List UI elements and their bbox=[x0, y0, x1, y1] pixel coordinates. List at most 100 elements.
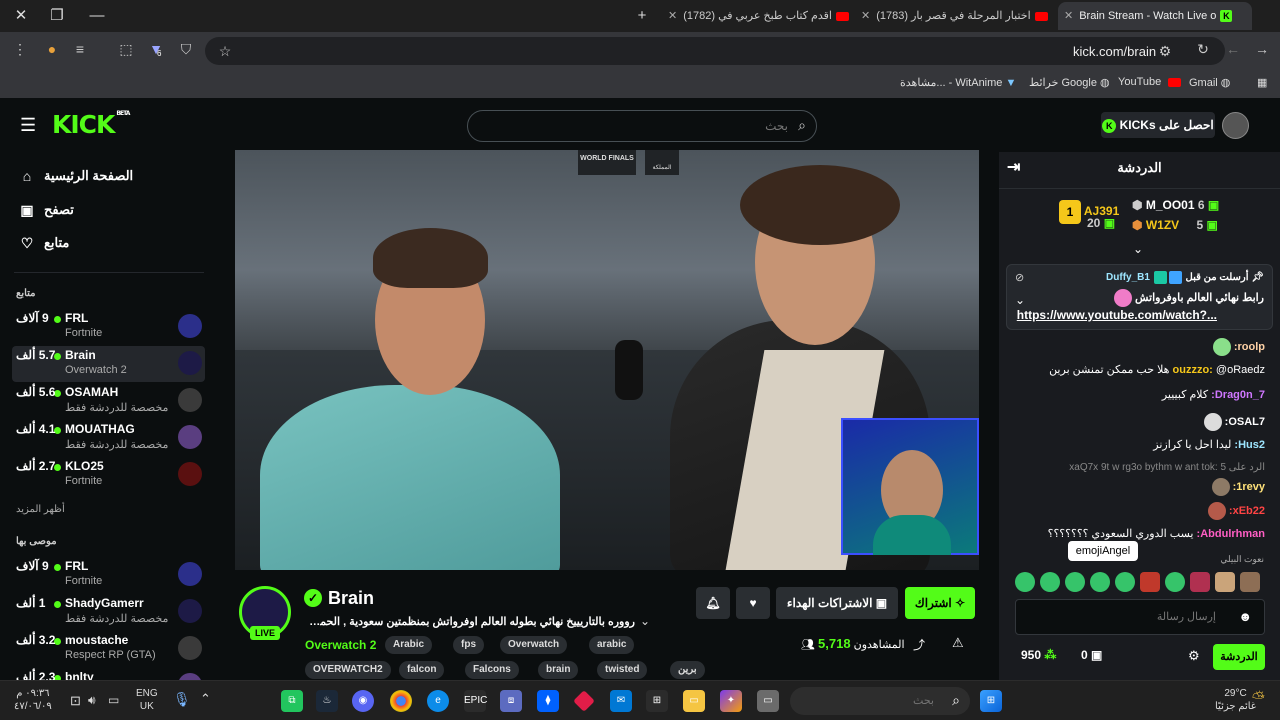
search-input[interactable] bbox=[488, 111, 788, 141]
network-icon[interactable]: ▭ bbox=[108, 693, 119, 707]
chat-username[interactable]: Abdulrhman: bbox=[1197, 528, 1265, 540]
chat-input[interactable] bbox=[1016, 600, 1216, 634]
emote-frog-icon[interactable] bbox=[1115, 572, 1135, 592]
emote-frog-icon[interactable] bbox=[1090, 572, 1110, 592]
vpn-icon[interactable]: ▼ 6 bbox=[146, 41, 166, 58]
weather-widget[interactable]: 29°C غائم جزئيًا bbox=[1215, 687, 1256, 713]
epic-games-icon[interactable]: EPIC bbox=[464, 690, 487, 712]
user-avatar[interactable] bbox=[1222, 112, 1249, 139]
stream-tag[interactable]: fps bbox=[453, 636, 484, 654]
stream-tag[interactable]: arabic bbox=[589, 636, 635, 654]
stream-tag[interactable]: OVERWATCH2 bbox=[305, 661, 391, 679]
menu-dots-icon[interactable]: ⋮ bbox=[10, 41, 30, 58]
notifications-icon[interactable]: ⊡ bbox=[70, 693, 81, 709]
hide-pinned-icon[interactable]: ⊘ bbox=[1015, 271, 1024, 284]
notification-bell-button[interactable]: 🔔︎ bbox=[696, 587, 730, 619]
bookmark-maps[interactable]: خرائط Google ◍ bbox=[1029, 76, 1110, 89]
streamer-name[interactable]: Brain bbox=[328, 588, 374, 609]
emote-face2-icon[interactable] bbox=[1215, 572, 1235, 592]
volume-icon[interactable]: 🔊︎ bbox=[88, 693, 96, 708]
emoji-picker-icon[interactable]: ☻ bbox=[1238, 609, 1252, 624]
chat-username[interactable]: 7_Drag0n: bbox=[1211, 389, 1265, 401]
hamburger-menu-icon[interactable]: ☰ bbox=[20, 115, 36, 136]
restore-window-icon[interactable]: ❐ bbox=[40, 4, 74, 28]
chrome-icon[interactable] bbox=[390, 690, 412, 712]
chat-message[interactable]: الرد على 5 :xaQ7x 9t w rg3o bythm w ant … bbox=[1015, 462, 1265, 473]
stream-tag[interactable]: brain bbox=[538, 661, 579, 679]
tab-3[interactable]: ✕ (1782) اقدم كتاب طبخ عربي في bbox=[662, 2, 852, 30]
video-player[interactable]: WORLD FINALS المملكة bbox=[235, 150, 979, 570]
forward-icon[interactable]: ← bbox=[1223, 41, 1243, 57]
report-warning-icon[interactable]: ⚠ bbox=[952, 635, 964, 651]
follow-heart-button[interactable]: ♥ bbox=[736, 587, 770, 619]
bookmark-star-icon[interactable]: ☆ bbox=[215, 43, 235, 60]
taskbar-search-input[interactable] bbox=[814, 687, 934, 715]
sidebar-channel-moustache[interactable]: moustache Respect RP (GTA) 3.2 ألف bbox=[12, 631, 205, 667]
discord-icon[interactable]: ◉ bbox=[352, 690, 374, 712]
app-icon-teams[interactable]: ⧈ bbox=[500, 690, 522, 712]
emote-frog-icon[interactable] bbox=[1040, 572, 1060, 592]
minimize-window-icon[interactable]: — bbox=[80, 4, 114, 28]
sidebar-channel-shadygamerr[interactable]: ShadyGamerr مخصصة للدردشة فقط 1 ألف bbox=[12, 594, 205, 630]
chevron-down-icon[interactable]: ⌄ bbox=[640, 614, 650, 628]
steam-icon[interactable]: ♨ bbox=[316, 690, 338, 712]
edge-icon[interactable]: e bbox=[427, 690, 449, 712]
nav-following[interactable]: ♡ متابع bbox=[14, 228, 204, 258]
tab-active[interactable]: ✕ Brain Stream - Watch Live oK bbox=[1058, 2, 1252, 30]
file-explorer-icon[interactable]: ▭ bbox=[683, 690, 705, 712]
dropbox-icon[interactable]: ⧫ bbox=[537, 690, 559, 712]
reload-icon[interactable]: ↻ bbox=[1193, 41, 1213, 58]
app-icon-gray[interactable]: ▭ bbox=[757, 690, 779, 712]
emote-angel-icon[interactable] bbox=[1165, 572, 1185, 592]
chat-username[interactable]: xEb22: bbox=[1229, 505, 1265, 517]
tray-expand-icon[interactable]: ⌃ bbox=[200, 691, 211, 707]
stream-category[interactable]: Overwatch 2 bbox=[305, 638, 376, 652]
share-icon[interactable]: ⤴ bbox=[913, 636, 925, 653]
microphone-icon[interactable]: 🎙︎ bbox=[173, 691, 191, 708]
chat-message[interactable]: Abdulrhman: يسب الدوري السعودي ؟؟؟؟؟؟؟ bbox=[1015, 527, 1265, 540]
stream-tag[interactable]: falcon bbox=[399, 661, 445, 679]
sidebar-channel-frl[interactable]: FRL Fortnite 9 آلاف bbox=[12, 309, 205, 345]
chat-message[interactable]: Hus2: ليدا احل يا كرازنز bbox=[1015, 438, 1265, 451]
address-bar[interactable]: ☆ kick.com/brain ⚙ bbox=[205, 37, 1225, 65]
subscribe-button[interactable]: اشتراك ✧ bbox=[905, 587, 975, 619]
new-tab-icon[interactable]: + bbox=[625, 4, 659, 28]
emote-face-icon[interactable] bbox=[1190, 572, 1210, 592]
stream-tag[interactable]: Falcons bbox=[465, 661, 519, 679]
site-settings-icon[interactable]: ⚙ bbox=[1155, 43, 1175, 60]
chat-username[interactable]: ouzzzo: bbox=[1173, 364, 1213, 376]
bookmark-witanime[interactable]: مشاهدة... - WitAnime ▼ bbox=[900, 76, 1016, 89]
sidebar-channel-mouathag[interactable]: MOUATHAG مخصصة للدردشة فقط 4.1 ألف bbox=[12, 420, 205, 456]
chat-message[interactable]: OSAL7: bbox=[1015, 413, 1265, 431]
media-icon[interactable]: ≡ bbox=[70, 41, 90, 57]
apps-grid-icon[interactable]: ▦ bbox=[1257, 76, 1267, 89]
shield-icon[interactable]: ⛉ bbox=[176, 41, 196, 58]
sidebar-channel-brain[interactable]: Brain Overwatch 2 5.7 ألف bbox=[12, 346, 205, 382]
tab-2[interactable]: ✕ (1783) اختبار المرحلة في قصر بار bbox=[855, 2, 1050, 30]
nav-browse[interactable]: ▣ تصفح bbox=[14, 195, 204, 225]
show-more-link[interactable]: أظهر المزيد bbox=[16, 504, 65, 515]
gift-subs-button[interactable]: الاشتراكات الهداء ▣ bbox=[776, 587, 898, 619]
stream-tag[interactable]: Overwatch bbox=[500, 636, 568, 654]
pinned-message[interactable]: 📌︎ أرسلت من قبل Duffy_B1 ⊘ رابط نهائي ال… bbox=[1006, 264, 1273, 330]
emote-red-icon[interactable] bbox=[1140, 572, 1160, 592]
store-icon[interactable]: ⊞ bbox=[646, 690, 668, 712]
chat-username[interactable]: roolp: bbox=[1234, 341, 1265, 353]
chat-message[interactable]: xEb22: bbox=[1015, 502, 1265, 520]
close-tab-icon[interactable]: ✕ bbox=[1064, 10, 1073, 22]
close-tab-icon[interactable]: ✕ bbox=[861, 10, 870, 22]
extensions-puzzle-icon[interactable]: ⬚ bbox=[116, 41, 136, 58]
language-indicator[interactable]: ENG UK bbox=[136, 687, 158, 713]
stream-tag[interactable]: Arabic bbox=[385, 636, 433, 654]
emote-frog-icon[interactable] bbox=[1065, 572, 1085, 592]
extension-icon[interactable]: ● bbox=[42, 41, 62, 57]
app-icon-gamebar[interactable]: ⧉ bbox=[281, 690, 303, 712]
sidebar-channel-klo25[interactable]: KLO25 Fortnite 2.7 ألف bbox=[12, 457, 205, 493]
chat-message[interactable]: ouzzzo: @oRaedz هلا حب ممكن تمنشن برين bbox=[1015, 363, 1265, 376]
chat-settings-icon[interactable]: ⚙ bbox=[1188, 648, 1200, 664]
emote-face3-icon[interactable] bbox=[1240, 572, 1260, 592]
copilot-icon[interactable]: ✦ bbox=[720, 690, 742, 712]
search-box[interactable]: ⌕ bbox=[467, 110, 817, 142]
pinned-link[interactable]: https://www.youtube.com/watch?... bbox=[1017, 308, 1217, 322]
channel-points[interactable]: 950 ⁂ bbox=[1021, 648, 1056, 662]
